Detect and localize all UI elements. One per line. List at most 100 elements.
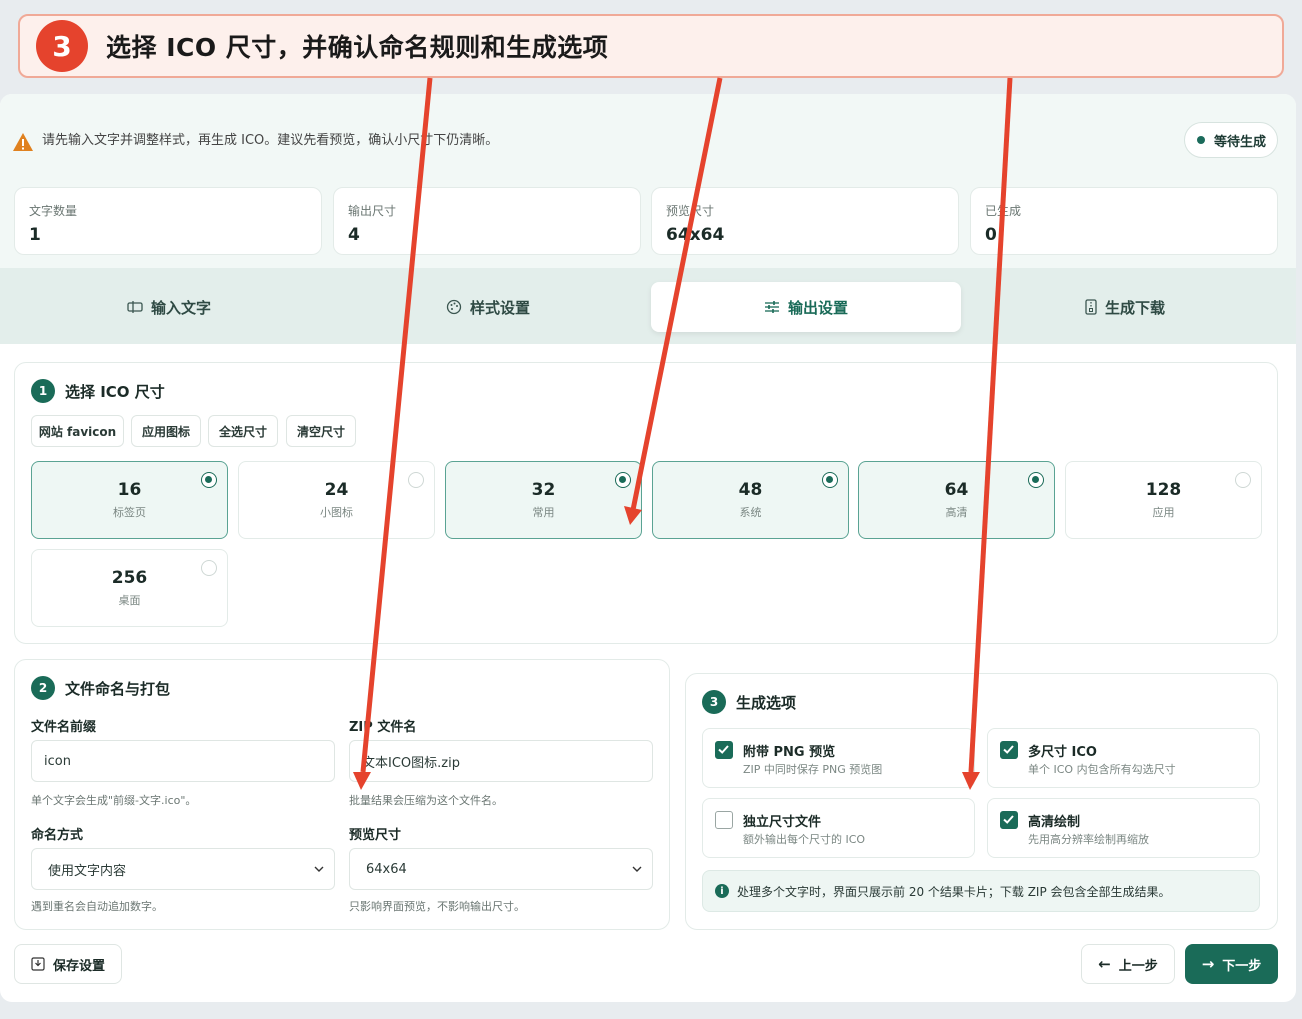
- size-value: 128: [1145, 480, 1182, 500]
- status-dot-icon: [1197, 136, 1205, 144]
- mode-hint: 遇到重名会自动追加数字。: [31, 900, 163, 913]
- size-label: 高清: [945, 506, 968, 519]
- tab-output-settings[interactable]: 输出设置: [651, 282, 961, 332]
- info-text: 处理多个文字时，界面只展示前 20 个结果卡片；下载 ZIP 会包含全部生成结果…: [737, 884, 1171, 899]
- tab-label: 输入文字: [150, 298, 211, 317]
- prefix-hint: 单个文字会生成"前缀-文字.ico"。: [31, 794, 197, 807]
- checkbox-checked-icon[interactable]: [715, 741, 733, 759]
- option-title: 高清绘制: [1028, 815, 1081, 830]
- radio-icon: [1028, 472, 1044, 488]
- section-title-text: 文件命名与打包: [65, 679, 171, 698]
- tab-input-text[interactable]: 输入文字: [14, 282, 324, 332]
- preview-size-label: 预览尺寸: [349, 828, 402, 843]
- size-section: 1 选择 ICO 尺寸 网站 favicon 应用图标 全选尺寸 清空尺寸 16…: [14, 362, 1278, 644]
- palette-icon: [446, 299, 462, 315]
- section-title-text: 选择 ICO 尺寸: [65, 382, 165, 401]
- tab-label: 输出设置: [787, 298, 848, 317]
- stat-value: 4: [348, 225, 360, 245]
- save-label: 保存设置: [52, 958, 105, 974]
- arrow-left-icon: ←: [1098, 955, 1111, 973]
- stat-value: 1: [29, 225, 41, 245]
- clear-sizes-button[interactable]: 清空尺寸: [286, 415, 356, 447]
- option-multi-size-ico[interactable]: 多尺寸 ICO 单个 ICO 内包含所有勾选尺寸: [987, 728, 1260, 788]
- section-number: 1: [31, 379, 55, 403]
- size-label: 标签页: [113, 506, 146, 519]
- prefix-input[interactable]: icon: [31, 740, 335, 782]
- option-sub: 单个 ICO 内包含所有勾选尺寸: [1028, 763, 1176, 776]
- preset-app-icon-button[interactable]: 应用图标: [131, 415, 201, 447]
- prefix-value: icon: [44, 753, 71, 769]
- stat-value: 64x64: [666, 225, 725, 245]
- option-sub: ZIP 中同时保存 PNG 预览图: [743, 763, 883, 776]
- size-value: 24: [324, 480, 349, 500]
- tab-generate-download[interactable]: 生成下载: [970, 282, 1280, 332]
- notice-area: 请先输入文字并调整样式，再生成 ICO。建议先看预览，确认小尺寸下仍清晰。 等待…: [0, 94, 1296, 268]
- mode-value: 使用文字内容: [48, 863, 127, 879]
- chevron-down-icon: [314, 866, 324, 872]
- stat-label: 已生成: [985, 204, 1022, 218]
- tab-label: 样式设置: [469, 298, 530, 317]
- next-step-button[interactable]: → 下一步: [1185, 944, 1278, 984]
- radio-icon: [822, 472, 838, 488]
- size-option-64[interactable]: 64 高清: [858, 461, 1055, 539]
- preview-size-select[interactable]: 64x64: [349, 848, 653, 890]
- size-option-256[interactable]: 256 桌面: [31, 549, 228, 627]
- stat-label: 文字数量: [29, 204, 78, 218]
- size-option-48[interactable]: 48 系统: [652, 461, 849, 539]
- zip-value: 文本ICO图标.zip: [362, 755, 460, 771]
- prev-step-button[interactable]: ← 上一步: [1081, 944, 1175, 984]
- size-option-16[interactable]: 16 标签页: [31, 461, 228, 539]
- size-label: 小图标: [320, 506, 353, 519]
- checkbox-unchecked-icon[interactable]: [715, 811, 733, 829]
- option-sub: 先用高分辨率绘制再缩放: [1028, 833, 1149, 846]
- file-zip-icon: [1085, 299, 1097, 315]
- save-settings-button[interactable]: 保存设置: [14, 944, 122, 984]
- size-option-128[interactable]: 128 应用: [1065, 461, 1262, 539]
- naming-section: 2 文件命名与打包 文件名前缀 icon 单个文字会生成"前缀-文字.ico"。…: [14, 659, 670, 930]
- size-option-24[interactable]: 24 小图标: [238, 461, 435, 539]
- status-text: 等待生成: [1214, 134, 1267, 150]
- naming-mode-select[interactable]: 使用文字内容: [31, 848, 335, 890]
- select-all-sizes-button[interactable]: 全选尺寸: [208, 415, 278, 447]
- prev-label: 上一步: [1118, 958, 1158, 974]
- text-input-icon: [127, 301, 143, 313]
- checkbox-checked-icon[interactable]: [1000, 811, 1018, 829]
- size-value: 256: [111, 568, 148, 588]
- size-value: 32: [531, 480, 556, 500]
- stat-text-count: 文字数量 1: [14, 187, 322, 255]
- tab-style-settings[interactable]: 样式设置: [333, 282, 643, 332]
- option-title: 附带 PNG 预览: [743, 745, 836, 760]
- preview-size-value: 64x64: [366, 861, 407, 877]
- step-title: 选择 ICO 尺寸，并确认命名规则和生成选项: [106, 33, 609, 62]
- size-value: 16: [117, 480, 142, 500]
- notice-text: 请先输入文字并调整样式，再生成 ICO。建议先看预览，确认小尺寸下仍清晰。: [42, 133, 499, 148]
- preview-size-hint: 只影响界面预览，不影响输出尺寸。: [349, 900, 525, 913]
- zip-hint: 批量结果会压缩为这个文件名。: [349, 794, 503, 807]
- stat-output-sizes: 输出尺寸 4: [333, 187, 641, 255]
- status-badge: 等待生成: [1184, 122, 1278, 158]
- size-value: 64: [944, 480, 969, 500]
- zip-label: ZIP 文件名: [349, 720, 417, 735]
- stat-preview-size: 预览尺寸 64x64: [651, 187, 959, 255]
- size-label: 系统: [739, 506, 762, 519]
- preset-favicon-button[interactable]: 网站 favicon: [31, 415, 124, 447]
- naming-section-title: 2 文件命名与打包: [31, 676, 170, 700]
- section-number: 3: [702, 690, 726, 714]
- checkbox-checked-icon[interactable]: [1000, 741, 1018, 759]
- info-icon: i: [715, 884, 729, 898]
- option-title: 多尺寸 ICO: [1028, 745, 1097, 760]
- tab-label: 生成下载: [1104, 298, 1165, 317]
- step-number: 3: [36, 20, 88, 72]
- size-value: 48: [738, 480, 763, 500]
- size-option-32[interactable]: 32 常用: [445, 461, 642, 539]
- option-hd-rendering[interactable]: 高清绘制 先用高分辨率绘制再缩放: [987, 798, 1260, 858]
- stat-label: 输出尺寸: [348, 204, 397, 218]
- option-png-preview[interactable]: 附带 PNG 预览 ZIP 中同时保存 PNG 预览图: [702, 728, 975, 788]
- zip-filename-input[interactable]: 文本ICO图标.zip: [349, 740, 653, 782]
- option-separate-files[interactable]: 独立尺寸文件 额外输出每个尺寸的 ICO: [702, 798, 975, 858]
- options-section: 3 生成选项 附带 PNG 预览 ZIP 中同时保存 PNG 预览图 多尺寸 I…: [685, 673, 1278, 930]
- chevron-down-icon: [632, 866, 642, 872]
- mode-label: 命名方式: [31, 828, 84, 843]
- arrow-right-icon: →: [1201, 955, 1215, 973]
- tab-bar: 输入文字 样式设置 输出设置 生成下载: [0, 268, 1296, 344]
